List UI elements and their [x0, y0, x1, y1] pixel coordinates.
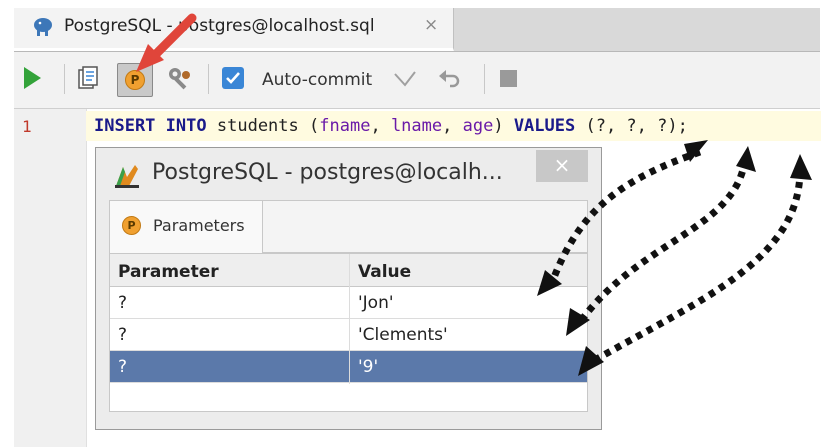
- dialog-close-icon[interactable]: ×: [536, 150, 588, 182]
- sql-column: age: [462, 116, 494, 136]
- datagrip-logo-icon: [115, 165, 139, 188]
- arrowhead: [736, 146, 756, 172]
- parameter-cell: ?: [118, 325, 128, 345]
- dialog-title: PostgreSQL - postgres@localh...: [152, 160, 503, 185]
- sql-column: lname: [390, 116, 443, 136]
- execute-icon[interactable]: [24, 67, 41, 89]
- value-cell[interactable]: 'Jon': [358, 293, 394, 313]
- sql-keyword: INSERT: [94, 116, 156, 136]
- value-cell[interactable]: '9': [358, 357, 378, 377]
- dotted-arrow-2: [577, 159, 749, 325]
- toolbar-separator: [484, 64, 485, 94]
- sql-statement[interactable]: INSERT INTO students (fname, lname, age)…: [94, 116, 688, 136]
- parameter-cell: ?: [118, 293, 128, 313]
- line-number: 1: [22, 117, 32, 136]
- commit-check-icon[interactable]: [393, 68, 417, 90]
- settings-wrench-icon[interactable]: [167, 66, 193, 92]
- sql-placeholders: (?, ?, ?);: [585, 116, 688, 136]
- column-divider: [349, 254, 350, 384]
- arrowhead: [790, 154, 812, 180]
- dotted-arrow-3: [593, 169, 804, 364]
- sql-keyword: VALUES: [513, 116, 576, 136]
- tab-title: PostgreSQL - postgres@localhost.sql: [64, 16, 375, 36]
- sql-keyword: INTO: [165, 116, 207, 136]
- stop-icon[interactable]: [500, 70, 517, 87]
- autocommit-checkbox[interactable]: [222, 67, 244, 89]
- editor-gutter: [14, 109, 87, 447]
- value-cell[interactable]: 'Clements': [358, 325, 448, 345]
- tab-parameters-label: Parameters: [153, 216, 245, 235]
- rollback-icon[interactable]: [438, 68, 462, 90]
- parameter-cell: ?: [118, 357, 128, 377]
- sql-column: fname: [319, 116, 371, 136]
- autocommit-label: Auto-commit: [262, 70, 373, 90]
- column-header-parameter[interactable]: Parameter: [118, 262, 219, 282]
- postgresql-elephant-icon: [34, 18, 52, 36]
- tab-close-icon[interactable]: ×: [424, 15, 438, 35]
- arrowhead: [684, 140, 708, 162]
- column-header-value[interactable]: Value: [358, 262, 411, 282]
- parameters-icon[interactable]: P: [125, 70, 145, 90]
- toolbar-separator: [64, 64, 65, 94]
- parameters-tab-icon: P: [122, 216, 141, 235]
- sql-paren: (: [309, 116, 320, 136]
- sql-table-name: students: [216, 116, 299, 136]
- history-icon[interactable]: [77, 66, 99, 90]
- toolbar-separator: [208, 64, 209, 94]
